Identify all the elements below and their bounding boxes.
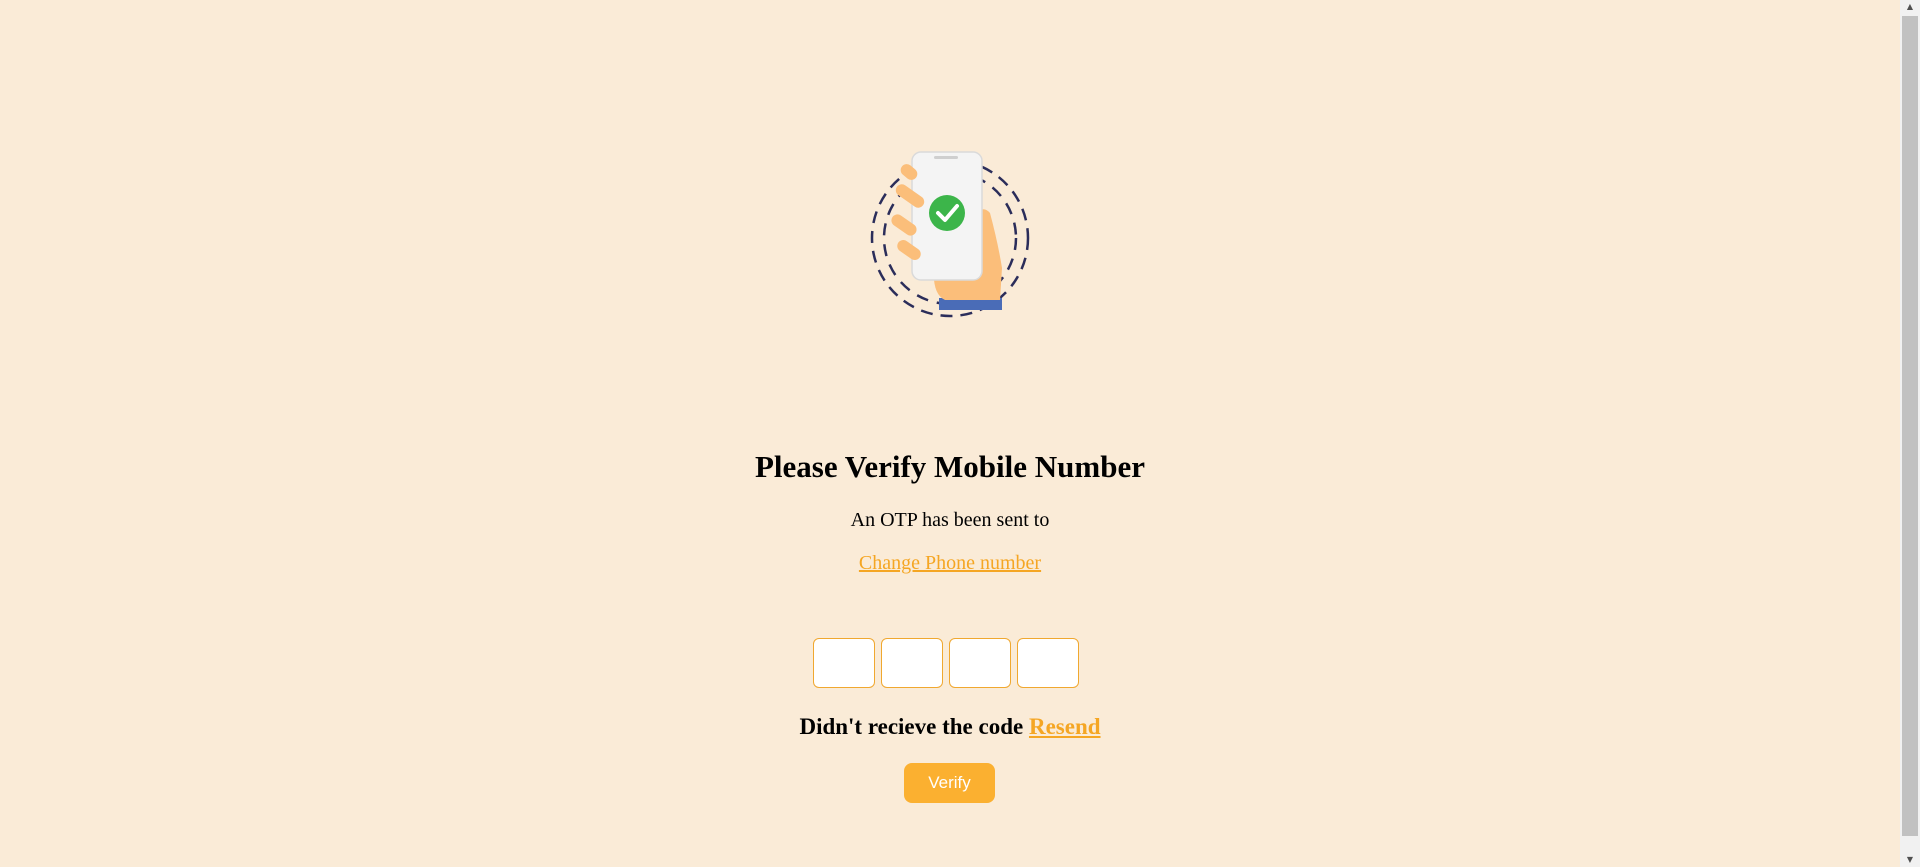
verify-button[interactable]: Verify bbox=[904, 763, 995, 803]
otp-digit-4-input[interactable] bbox=[1017, 638, 1079, 688]
resend-link[interactable]: Resend bbox=[1029, 714, 1101, 739]
otp-verification-page: Please Verify Mobile Number An OTP has b… bbox=[0, 0, 1900, 867]
otp-sent-message: An OTP has been sent to bbox=[850, 509, 1050, 531]
otp-digit-2-input[interactable] bbox=[881, 638, 943, 688]
scroll-up-arrow-icon[interactable]: ▲ bbox=[1900, 0, 1920, 14]
page-title: Please Verify Mobile Number bbox=[754, 449, 1145, 484]
resend-row: Didn't recieve the code Resend bbox=[0, 712, 1900, 742]
change-phone-link-row: Change Phone number bbox=[0, 551, 1900, 575]
resend-prompt: Didn't recieve the code bbox=[799, 714, 1024, 739]
scroll-down-arrow-icon[interactable]: ▼ bbox=[1900, 853, 1920, 867]
change-phone-number-link[interactable]: Change Phone number bbox=[859, 552, 1041, 574]
otp-digit-3-input[interactable] bbox=[949, 638, 1011, 688]
scrollbar-thumb[interactable] bbox=[1902, 16, 1918, 836]
vertical-scrollbar[interactable]: ▲ ▼ bbox=[1900, 0, 1920, 867]
otp-input-group bbox=[813, 638, 1079, 688]
otp-digit-1-input[interactable] bbox=[813, 638, 875, 688]
phone-verified-hand-icon bbox=[860, 148, 1040, 328]
